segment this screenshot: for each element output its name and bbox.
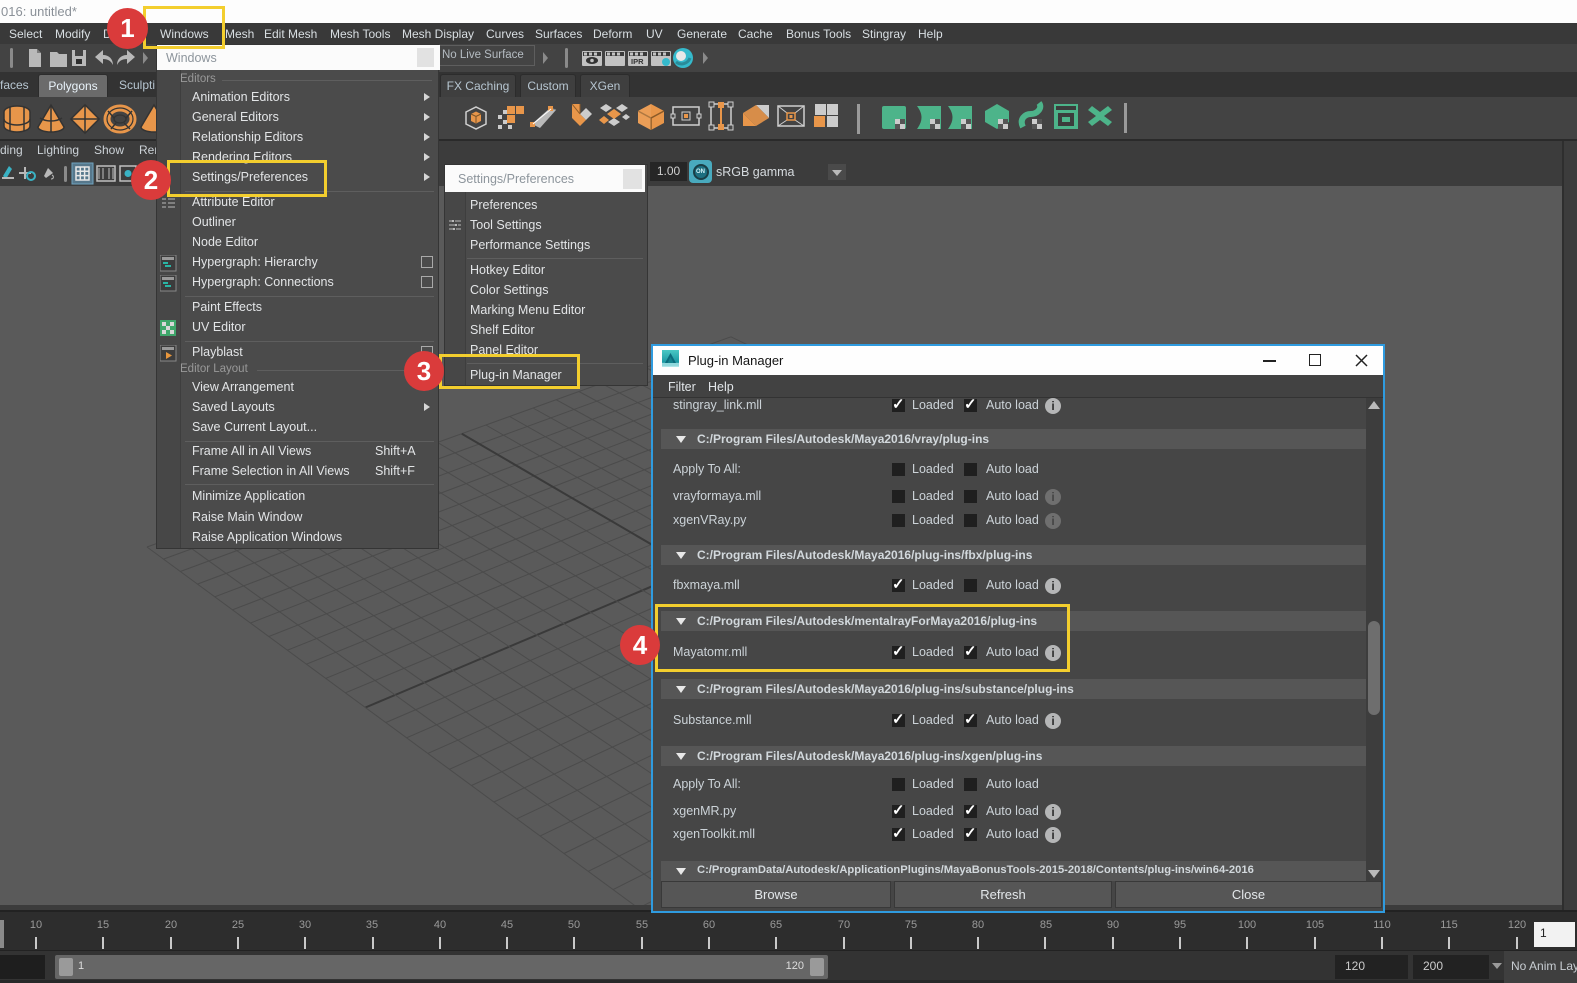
svg-text:IPR: IPR	[631, 57, 644, 66]
